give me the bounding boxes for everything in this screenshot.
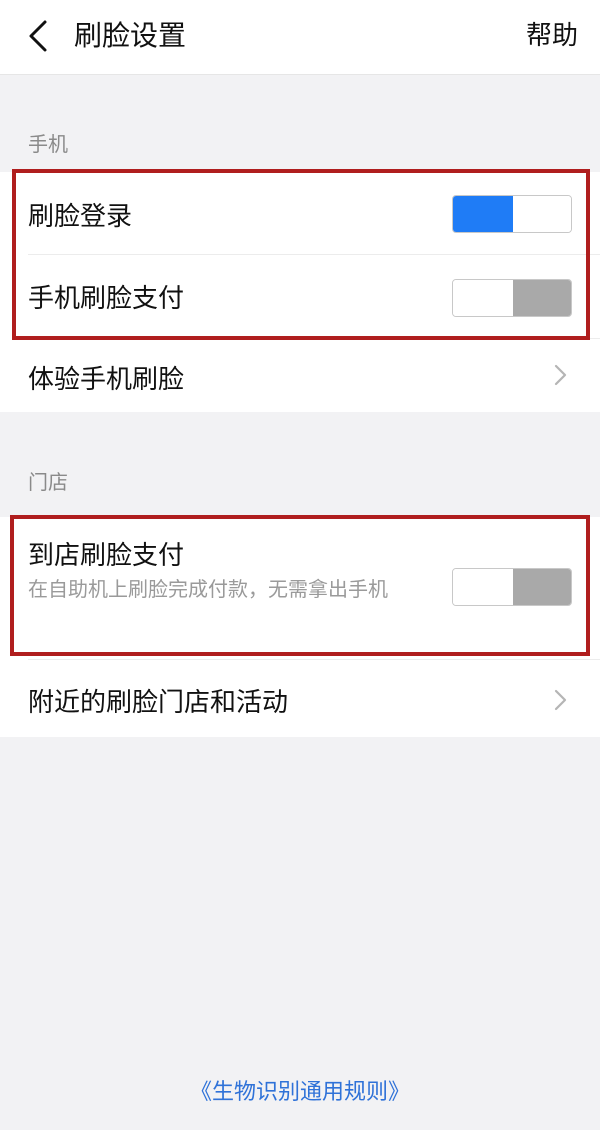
chevron-left-icon: [29, 20, 47, 52]
chevron-right-icon: [554, 364, 567, 386]
highlight-box-phone-toggles: [12, 169, 590, 340]
biometric-rules-link[interactable]: 《生物识别通用规则》: [0, 1074, 600, 1106]
section-label-store: 门店: [28, 470, 68, 494]
help-button[interactable]: 帮助: [526, 16, 578, 56]
highlight-box-store-pay: [10, 515, 590, 656]
top-nav-bar: 刷脸设置 帮助: [0, 0, 600, 75]
try-face-row[interactable]: 体验手机刷脸: [0, 339, 600, 412]
chevron-right-icon: [554, 689, 567, 711]
try-face-label: 体验手机刷脸: [28, 365, 185, 395]
page-title: 刷脸设置: [74, 19, 187, 52]
nearby-stores-row[interactable]: 附近的刷脸门店和活动: [0, 660, 600, 737]
section-label-phone: 手机: [28, 132, 68, 156]
nearby-stores-label: 附近的刷脸门店和活动: [28, 688, 289, 718]
back-button[interactable]: [18, 16, 58, 56]
